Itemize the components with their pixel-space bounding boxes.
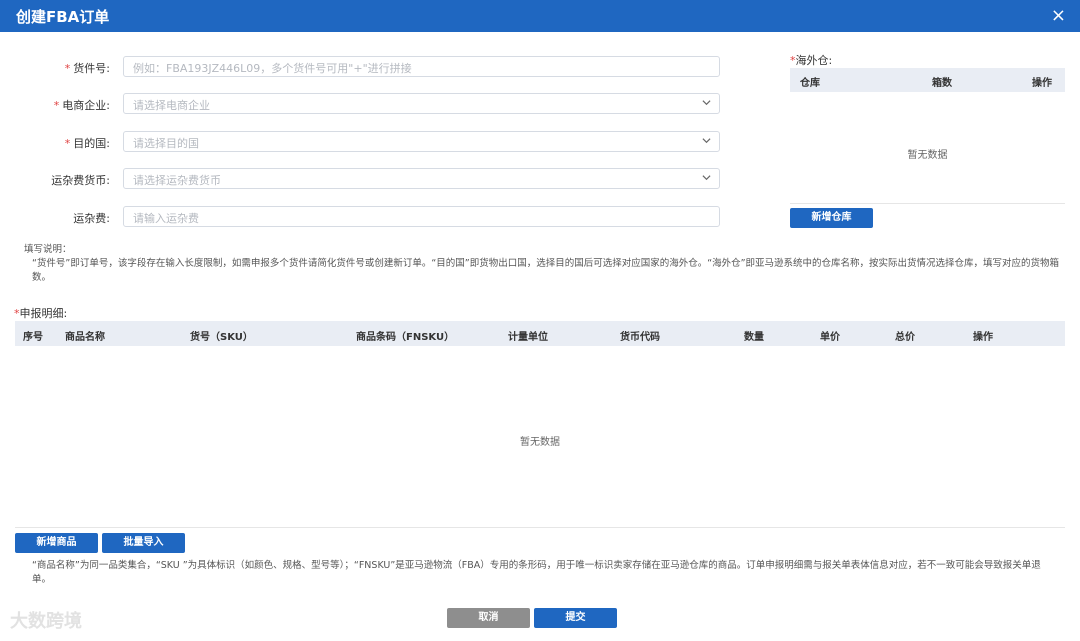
column-header: 箱数 (932, 78, 952, 89)
add-product-button[interactable]: 新增商品 (15, 533, 98, 553)
column-header: 计量单位 (508, 332, 548, 343)
dialog-title: 创建FBA订单 (16, 8, 110, 26)
column-header: 数量 (744, 332, 764, 343)
details-label: *申报明细: (14, 307, 68, 320)
column-header: 序号 (23, 332, 43, 343)
placeholder: 请选择目的国 (133, 137, 199, 150)
details-footnote: “商品名称”为同一品类集合，“SKU ”为具体标识（如颜色、规格、型号等）；“F… (32, 560, 1041, 585)
column-header: 商品名称 (65, 332, 105, 343)
warehouse-empty-text: 暂无数据 (907, 150, 948, 161)
chevron-down-icon (702, 100, 711, 106)
instructions-body: “货件号”即订单号，该字段存在输入长度限制，如需申报多个货件请简化货件号或创建新… (32, 258, 1060, 283)
warehouse-label: *海外仓: (790, 54, 833, 67)
warehouse-table-header: 仓库 箱数 操作 (790, 68, 1065, 92)
instructions-title: 填写说明： (24, 244, 72, 255)
column-header: 货币代码 (620, 332, 660, 343)
destination-country-select[interactable]: 请选择目的国 (123, 131, 720, 152)
divider (15, 527, 1065, 528)
column-header: 商品条码（FNSKU） (356, 332, 455, 343)
chevron-down-icon (702, 175, 711, 181)
add-warehouse-button[interactable]: 新增仓库 (790, 208, 873, 228)
ecommerce-company-select[interactable]: 请选择电商企业 (123, 93, 720, 114)
instructions: 填写说明： “货件号”即订单号，该字段存在输入长度限制，如需申报多个货件请简化货… (24, 243, 1064, 285)
cancel-button[interactable]: 取消 (447, 608, 530, 628)
column-header: 仓库 (800, 78, 820, 89)
form-row-destination-country: * 目的国: 请选择目的国 (0, 131, 730, 153)
batch-import-button[interactable]: 批量导入 (102, 533, 185, 553)
field-label: 运杂费货币: (51, 174, 110, 187)
placeholder: 请选择运杂费货币 (133, 174, 221, 187)
details-table-header: 序号 商品名称 货号（SKU） 商品条码（FNSKU） 计量单位 货币代码 数量… (15, 321, 1065, 346)
details-empty-text: 暂无数据 (520, 437, 560, 448)
submit-button[interactable]: 提交 (534, 608, 617, 628)
watermark-logo: 大数跨境 (10, 611, 82, 632)
form-row-shipment-id: * 货件号: 例如：FBA193JZ446L09，多个货件号可用"+"进行拼接 (0, 56, 730, 78)
column-header: 单价 (820, 332, 840, 343)
divider (790, 203, 1065, 204)
placeholder: 例如：FBA193JZ446L09，多个货件号可用"+"进行拼接 (133, 62, 412, 75)
field-label: 运杂费: (73, 212, 110, 225)
dialog-titlebar: 创建FBA订单 × (0, 0, 1080, 32)
placeholder: 请输入运杂费 (133, 212, 199, 225)
column-header: 货号（SKU） (190, 332, 253, 343)
column-header: 操作 (973, 332, 993, 343)
field-label: * 目的国: (64, 137, 110, 150)
field-label: * 货件号: (64, 62, 110, 75)
column-header: 操作 (1032, 78, 1052, 89)
chevron-down-icon (702, 138, 711, 144)
placeholder: 请选择电商企业 (133, 99, 210, 112)
freight-input[interactable]: 请输入运杂费 (123, 206, 720, 227)
form-row-freight: 运杂费: 请输入运杂费 (0, 206, 730, 228)
shipment-id-input[interactable]: 例如：FBA193JZ446L09，多个货件号可用"+"进行拼接 (123, 56, 720, 77)
close-icon[interactable]: × (1051, 5, 1066, 26)
column-header: 总价 (895, 332, 915, 343)
field-label: * 电商企业: (53, 99, 110, 112)
freight-currency-select[interactable]: 请选择运杂费货币 (123, 168, 720, 189)
form-row-ecommerce-company: * 电商企业: 请选择电商企业 (0, 93, 730, 115)
form-row-freight-currency: 运杂费货币: 请选择运杂费货币 (0, 168, 730, 190)
